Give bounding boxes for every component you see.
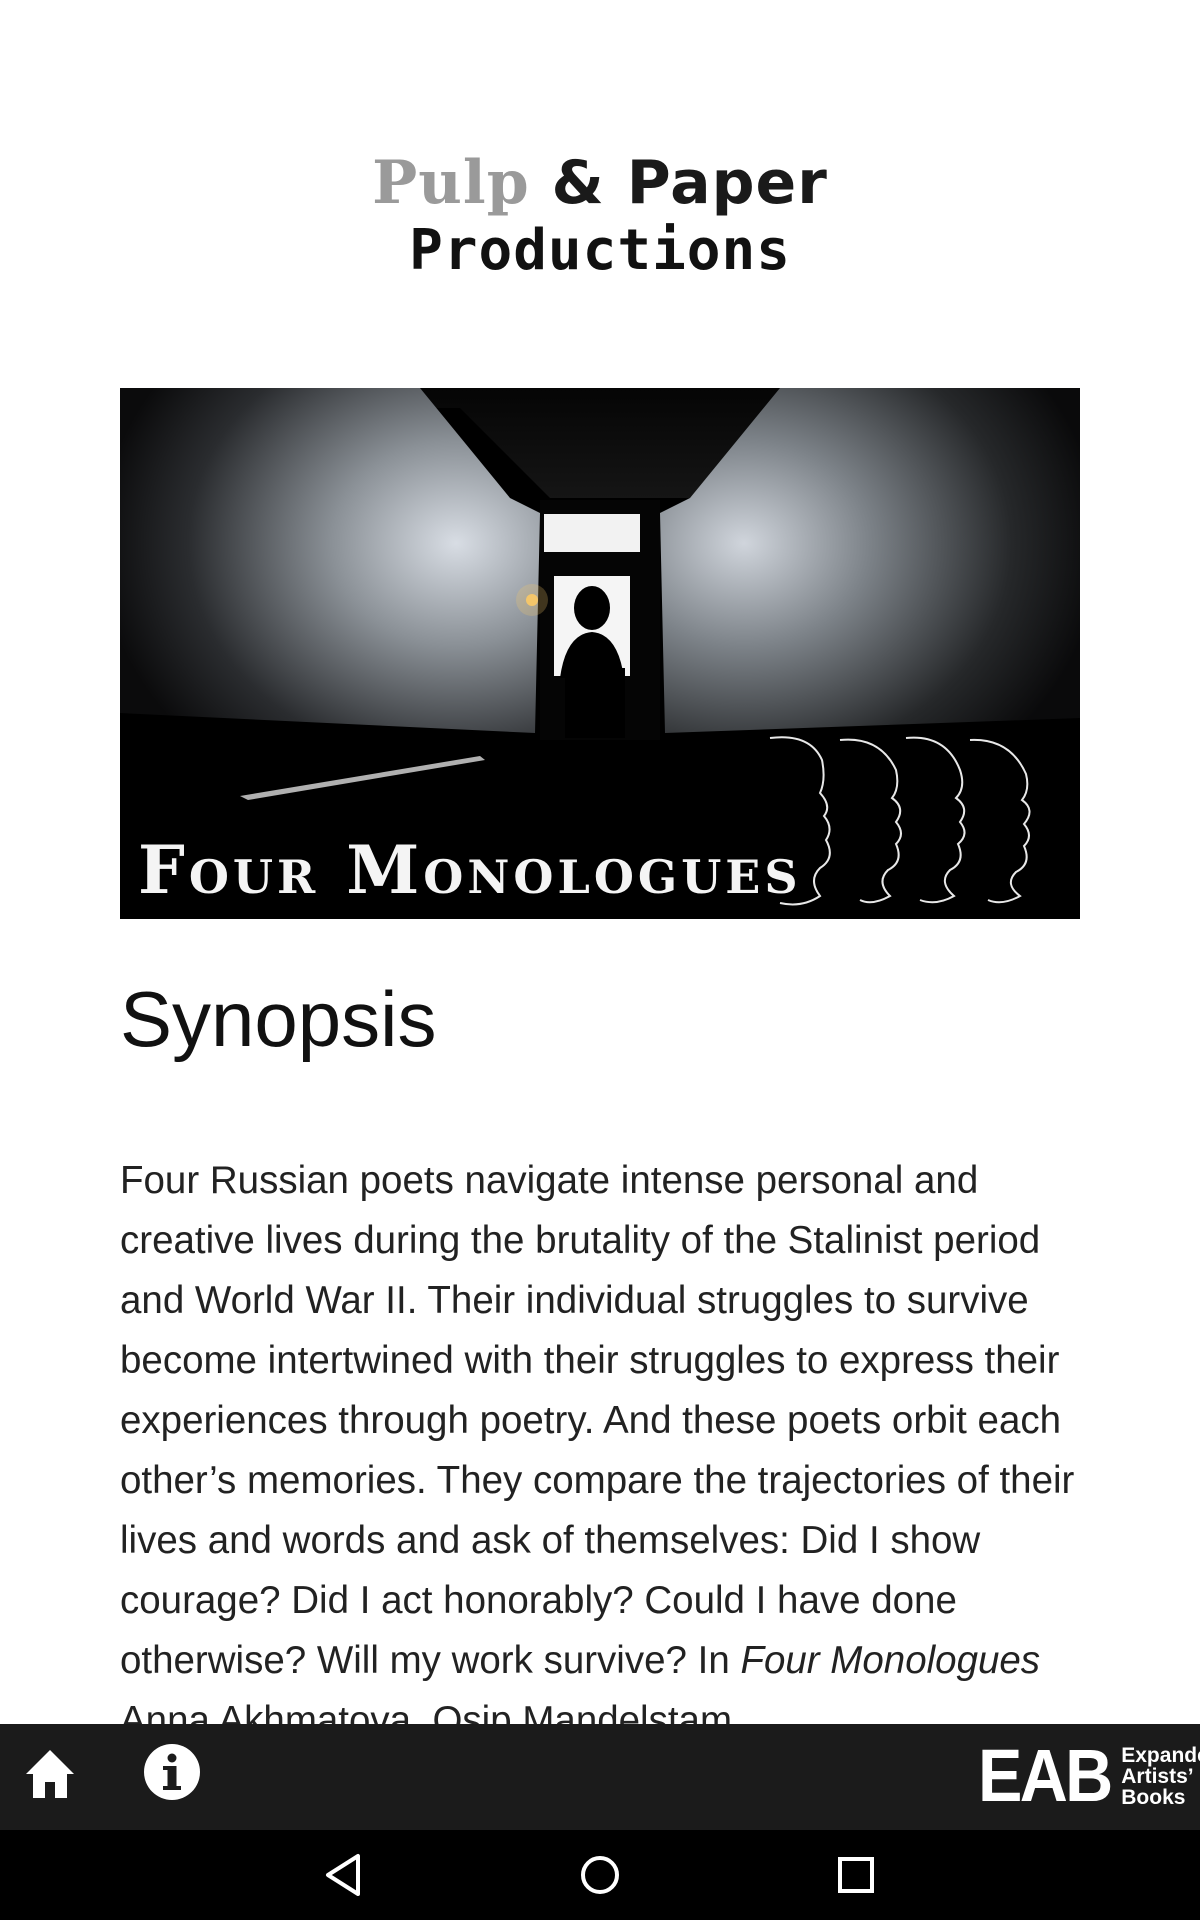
poster-image: Four Monologues — [120, 388, 1080, 919]
logo-word-pulp: Pulp — [372, 148, 530, 218]
synopsis-heading: Synopsis — [120, 975, 437, 1063]
eab-logo[interactable]: EAB Expanded Artists’ Books — [978, 1736, 1200, 1816]
back-icon[interactable] — [318, 1848, 372, 1902]
circle-home-icon[interactable] — [573, 1848, 627, 1902]
synopsis-body-main: Four Russian poets navigate intense pers… — [120, 1159, 1075, 1682]
eab-logo-line3: Books — [1121, 1785, 1186, 1809]
recents-icon[interactable] — [829, 1848, 883, 1902]
system-nav-bar — [0, 1830, 1200, 1920]
synopsis-body: Four Russian poets navigate intense pers… — [120, 1151, 1080, 1751]
publisher-logo: Pulp & Paper Productions — [0, 148, 1200, 284]
poster-title: Four Monologues — [138, 831, 802, 909]
app-screen: Pulp & Paper Productions Four Monologues… — [0, 0, 1200, 1920]
synopsis-body-italic-title: Four Monologues — [740, 1639, 1041, 1682]
eab-logo-letters: EAB — [978, 1734, 1113, 1817]
app-bottom-bar: EAB Expanded Artists’ Books — [0, 1724, 1200, 1830]
eab-logo-line1: Expanded — [1121, 1743, 1200, 1767]
logo-word-productions: Productions — [409, 218, 791, 283]
info-icon[interactable] — [142, 1742, 202, 1802]
eab-logo-line2: Artists’ — [1121, 1764, 1194, 1788]
logo-word-paper: & Paper — [551, 148, 828, 218]
eab-logo-text: Expanded Artists’ Books — [1121, 1745, 1200, 1808]
home-icon[interactable] — [22, 1746, 78, 1802]
